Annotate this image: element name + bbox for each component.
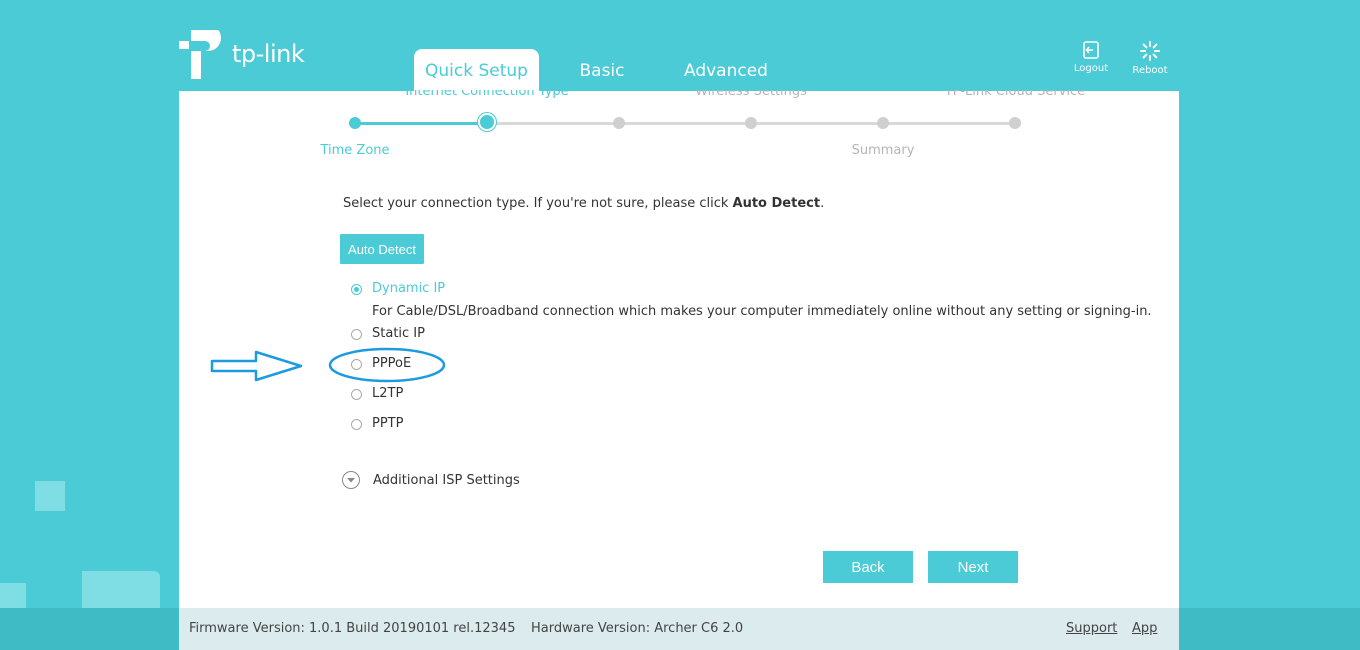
- tp-link-logo: tp-link: [179, 25, 319, 80]
- wizard-progress: Time Zone Internet Connection Type Wirel…: [179, 90, 1179, 166]
- radio-button[interactable]: [351, 419, 362, 430]
- footer-left-bar: [0, 608, 179, 650]
- logout-icon: [1083, 41, 1099, 59]
- logout-label: Logout: [1073, 63, 1109, 74]
- chevron-down-circle-icon: [342, 471, 360, 489]
- progress-line: [355, 122, 487, 125]
- app-link[interactable]: App: [1132, 621, 1157, 636]
- step-dot-time-zone: [349, 117, 361, 129]
- additional-isp-settings-label: Additional ISP Settings: [373, 473, 520, 488]
- reboot-icon: [1140, 41, 1160, 61]
- reboot-label: Reboot: [1132, 65, 1168, 76]
- radio-label: PPTP: [372, 416, 404, 431]
- tab-basic[interactable]: Basic: [566, 49, 638, 91]
- firmware-version: Firmware Version: 1.0.1 Build 20190101 r…: [189, 621, 516, 636]
- radio-label: PPPoE: [372, 356, 412, 371]
- radio-label: Static IP: [372, 326, 425, 341]
- tab-quick-setup[interactable]: Quick Setup: [414, 49, 539, 91]
- tab-advanced[interactable]: Advanced: [680, 49, 772, 91]
- step-label-time-zone: Time Zone: [320, 143, 390, 158]
- radio-button[interactable]: [351, 284, 362, 295]
- decorative-square: [35, 481, 65, 511]
- step-label-summary: Summary: [851, 143, 915, 158]
- step-dot-summary: [877, 117, 889, 129]
- reboot-button[interactable]: Reboot: [1125, 40, 1175, 76]
- intro-text-main: Select your connection type. If you're n…: [343, 196, 733, 211]
- radio-button[interactable]: [351, 389, 362, 400]
- footer: Firmware Version: 1.0.1 Build 20190101 r…: [179, 608, 1179, 650]
- intro-text-bold: Auto Detect: [732, 196, 821, 211]
- back-button[interactable]: Back: [823, 551, 913, 583]
- step-dot-internet-connection-type: [480, 115, 494, 129]
- step-dot: [613, 117, 625, 129]
- step-dot-tp-link-cloud-service: [1009, 117, 1021, 129]
- support-link[interactable]: Support: [1066, 621, 1117, 636]
- radio-label: Dynamic IP: [372, 281, 446, 296]
- hardware-version: Hardware Version: Archer C6 2.0: [531, 621, 744, 636]
- next-button[interactable]: Next: [928, 551, 1018, 583]
- footer-right-bar: [1179, 608, 1360, 650]
- logout-button[interactable]: Logout: [1066, 40, 1116, 74]
- auto-detect-button[interactable]: Auto Detect: [340, 234, 424, 264]
- logo-text: tp-link: [232, 40, 305, 68]
- intro-text-end: .: [820, 196, 825, 211]
- tp-link-logo-icon: [179, 25, 221, 79]
- step-label-tp-link-cloud-service: TP-Link Cloud Service: [944, 84, 1086, 99]
- dynamic-ip-description: For Cable/DSL/Broadband connection which…: [372, 304, 1152, 319]
- radio-button[interactable]: [351, 329, 362, 340]
- radio-label: L2TP: [372, 386, 404, 401]
- step-dot-wireless-settings: [745, 117, 757, 129]
- radio-button[interactable]: [351, 359, 362, 370]
- main-panel: Time Zone Internet Connection Type Wirel…: [179, 90, 1179, 608]
- intro-text: Select your connection type. If you're n…: [343, 196, 824, 211]
